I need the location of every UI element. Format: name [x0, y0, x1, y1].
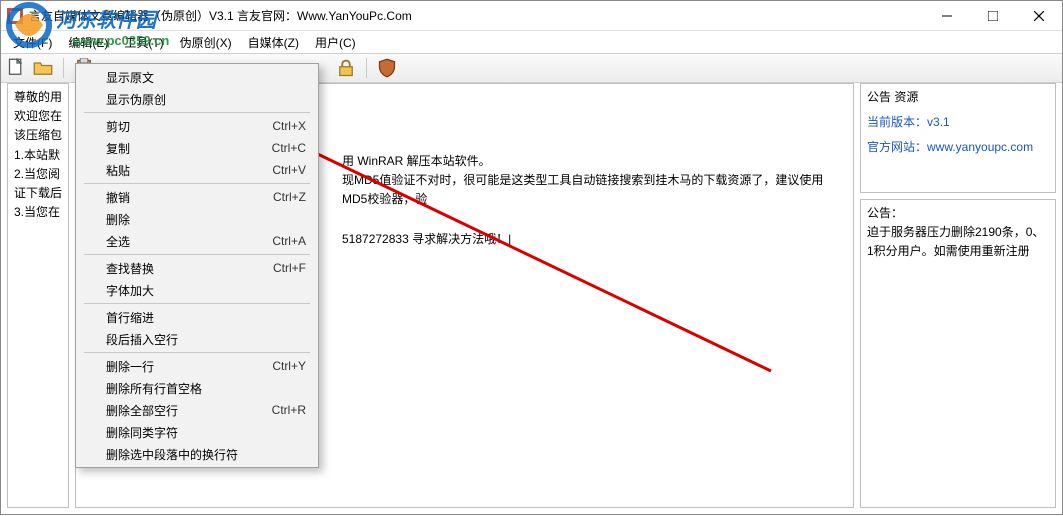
- cm-insert-blank-line[interactable]: 段后插入空行: [78, 328, 316, 350]
- announcement-header: 公告：: [867, 204, 1049, 223]
- cm-paste[interactable]: 粘贴Ctrl+V: [78, 159, 316, 181]
- cm-indent-first[interactable]: 首行缩进: [78, 306, 316, 328]
- cm-shortcut: Ctrl+Z: [273, 190, 306, 204]
- cm-label: 删除所有行首空格: [106, 380, 306, 397]
- info-header: 公告 资源: [867, 88, 1049, 107]
- announcement-panel: 公告： 迫于服务器压力删除2190条，0、 1积分用户。如需使用重新注册: [860, 199, 1056, 508]
- cm-delete-same-chars[interactable]: 删除同类字符: [78, 421, 316, 443]
- cm-cut[interactable]: 剪切Ctrl+X: [78, 115, 316, 137]
- minimize-button[interactable]: [924, 1, 970, 31]
- cm-shortcut: Ctrl+V: [272, 163, 306, 177]
- cm-shortcut: Ctrl+Y: [272, 359, 306, 373]
- cm-shortcut: Ctrl+R: [272, 403, 306, 417]
- cm-label: 复制: [106, 140, 272, 157]
- cm-undo[interactable]: 撤销Ctrl+Z: [78, 186, 316, 208]
- menu-bar: 文件(F) 编辑(E) 工具(T) 伪原创(X) 自媒体(Z) 用户(C): [1, 31, 1062, 53]
- cm-label: 剪切: [106, 118, 272, 135]
- cm-separator: [84, 254, 310, 255]
- cm-shortcut: Ctrl+A: [272, 234, 306, 248]
- cm-label: 查找替换: [106, 260, 273, 277]
- site-label: 官方网站：: [867, 140, 927, 154]
- cm-delete-line[interactable]: 删除一行Ctrl+Y: [78, 355, 316, 377]
- menu-edit[interactable]: 编辑(E): [60, 32, 116, 53]
- cm-show-pseudo[interactable]: 显示伪原创: [78, 88, 316, 110]
- cm-copy[interactable]: 复制Ctrl+C: [78, 137, 316, 159]
- cm-label: 删除全部空行: [106, 402, 272, 419]
- toolbar-separator: [366, 58, 367, 78]
- cm-label: 全选: [106, 233, 272, 250]
- title-bar: 言友自媒体文章编辑器（伪原创）V3.1 言友官网：Www.YanYouPc.Co…: [1, 1, 1062, 31]
- cm-label: 字体加大: [106, 282, 306, 299]
- announcement-line: 1积分用户。如需使用重新注册: [867, 242, 1049, 261]
- cm-show-original[interactable]: 显示原文: [78, 66, 316, 88]
- left-text-line: 欢迎您在: [14, 107, 62, 126]
- cm-label: 撤销: [106, 189, 273, 206]
- window-buttons: [924, 1, 1062, 31]
- editor-line: 现MD5值验证不对时，很可能是这类型工具自动链接搜索到挂木马的下载资源了，建议使…: [342, 171, 847, 209]
- menu-user[interactable]: 用户(C): [307, 32, 364, 53]
- tool-lock-icon[interactable]: [336, 58, 356, 78]
- cm-label: 显示原文: [106, 69, 306, 86]
- left-panel: 尊敬的用 欢迎您在 该压缩包 1.本站默 2.当您阅 证下载后 3.当您在: [7, 83, 69, 508]
- editor-line: 用 WinRAR 解压本站软件。: [342, 152, 847, 171]
- cm-delete-leading-spaces[interactable]: 删除所有行首空格: [78, 377, 316, 399]
- cm-delete-linebreaks-sel[interactable]: 删除选中段落中的换行符: [78, 443, 316, 465]
- version-label: 当前版本：: [867, 115, 927, 129]
- cm-label: 删除选中段落中的换行符: [106, 446, 306, 463]
- tool-shield-icon[interactable]: [377, 58, 397, 78]
- cm-label: 删除同类字符: [106, 424, 306, 441]
- cm-find-replace[interactable]: 查找替换Ctrl+F: [78, 257, 316, 279]
- close-button[interactable]: [1016, 1, 1062, 31]
- cm-delete-blank-lines[interactable]: 删除全部空行Ctrl+R: [78, 399, 316, 421]
- cm-label: 首行缩进: [106, 309, 306, 326]
- tool-new-icon[interactable]: [7, 58, 27, 78]
- menu-selfmedia[interactable]: 自媒体(Z): [240, 32, 307, 53]
- cm-select-all[interactable]: 全选Ctrl+A: [78, 230, 316, 252]
- left-text-line: 尊敬的用: [14, 88, 62, 107]
- app-icon: [7, 8, 23, 24]
- cm-shortcut: Ctrl+C: [272, 141, 306, 155]
- menu-pseudo[interactable]: 伪原创(X): [172, 32, 240, 53]
- left-text-line: 1.本站默: [14, 146, 62, 165]
- left-text-line: 该压缩包: [14, 126, 62, 145]
- window-title: 言友自媒体文章编辑器（伪原创）V3.1 言友官网：Www.YanYouPc.Co…: [29, 7, 924, 24]
- left-text-line: 2.当您阅: [14, 165, 62, 184]
- cm-shortcut: Ctrl+X: [272, 119, 306, 133]
- cm-delete[interactable]: 删除: [78, 208, 316, 230]
- info-panel: 公告 资源 当前版本：v3.1 官方网站：www.yanyoupc.com: [860, 83, 1056, 193]
- left-text-line: 证下载后: [14, 184, 62, 203]
- cm-label: 显示伪原创: [106, 91, 306, 108]
- menu-tool[interactable]: 工具(T): [116, 32, 171, 53]
- maximize-button[interactable]: [970, 1, 1016, 31]
- site-link[interactable]: www.yanyoupc.com: [927, 140, 1033, 154]
- tool-open-icon[interactable]: [33, 58, 53, 78]
- cm-label: 粘贴: [106, 162, 272, 179]
- cm-separator: [84, 352, 310, 353]
- announcement-line: 迫于服务器压力删除2190条，0、: [867, 223, 1049, 242]
- right-column: 公告 资源 当前版本：v3.1 官方网站：www.yanyoupc.com 公告…: [860, 83, 1056, 508]
- cm-separator: [84, 112, 310, 113]
- toolbar-separator: [63, 58, 64, 78]
- cm-font-larger[interactable]: 字体加大: [78, 279, 316, 301]
- cm-label: 删除一行: [106, 358, 272, 375]
- editor-line: 5187272833 寻求解决方法哦！|: [342, 230, 847, 249]
- left-text-line: 3.当您在: [14, 203, 62, 222]
- menu-file[interactable]: 文件(F): [5, 32, 60, 53]
- context-menu: 显示原文 显示伪原创 剪切Ctrl+X 复制Ctrl+C 粘贴Ctrl+V 撤销…: [75, 63, 319, 468]
- version-value: v3.1: [927, 115, 950, 129]
- cm-label: 段后插入空行: [106, 331, 306, 348]
- cm-shortcut: Ctrl+F: [273, 261, 306, 275]
- cm-label: 删除: [106, 211, 306, 228]
- cm-separator: [84, 303, 310, 304]
- cm-separator: [84, 183, 310, 184]
